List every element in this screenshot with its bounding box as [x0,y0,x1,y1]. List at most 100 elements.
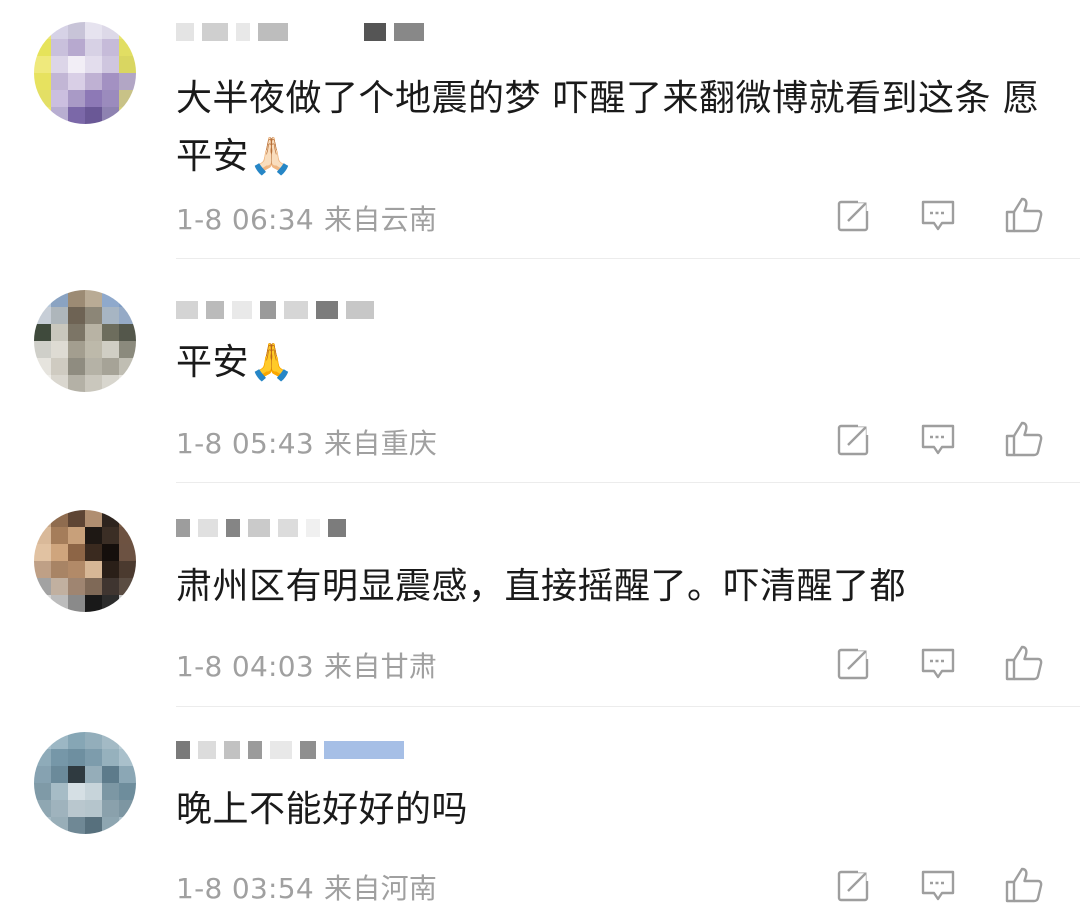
avatar-mosaic-cell [68,595,85,612]
comment-location: 来自甘肃 [324,650,438,683]
divider [176,482,1080,483]
avatar-mosaic-cell [34,783,51,800]
reply-icon[interactable] [920,421,956,457]
avatar[interactable] [34,290,136,392]
avatar-mosaic-cell [85,578,102,595]
avatar-mosaic-cell [51,107,68,124]
avatar-mosaic-cell [119,290,136,307]
avatar-mosaic-cell [51,22,68,39]
avatar-mosaic-cell [34,561,51,578]
username-blurred[interactable] [176,14,424,50]
like-icon[interactable] [1004,420,1044,458]
avatar-mosaic-cell [34,578,51,595]
avatar-mosaic-cell [34,39,51,56]
avatar-mosaic-cell [68,290,85,307]
reply-icon[interactable] [920,197,956,233]
avatar-mosaic-cell [119,732,136,749]
avatar-mosaic-cell [85,73,102,90]
username-mosaic-block [176,741,190,759]
avatar-mosaic-cell [51,39,68,56]
avatar-mosaic-cell [68,56,85,73]
avatar-mosaic-cell [51,544,68,561]
comment-time: 1-8 05:43 [176,427,315,460]
avatar-mosaic-cell [102,324,119,341]
like-icon[interactable] [1004,644,1044,682]
avatar-mosaic-cell [119,749,136,766]
avatar-mosaic-cell [119,561,136,578]
avatar-mosaic-cell [119,527,136,544]
share-icon[interactable] [836,421,872,457]
avatar-mosaic-cell [119,783,136,800]
avatar-mosaic-cell [85,595,102,612]
avatar-mosaic-cell [102,358,119,375]
avatar-mosaic-cell [85,39,102,56]
comment-time: 1-8 04:03 [176,650,315,683]
username-mosaic-block [176,301,198,319]
avatar-mosaic-cell [85,90,102,107]
username-mosaic-block [278,519,298,537]
username-blurred[interactable] [176,732,404,768]
avatar-mosaic-cell [119,766,136,783]
avatar-mosaic-cell [102,73,119,90]
avatar-mosaic-cell [51,290,68,307]
avatar-mosaic-cell [68,800,85,817]
avatar-mosaic-cell [102,510,119,527]
avatar-mosaic-cell [51,324,68,341]
avatar[interactable] [34,510,136,612]
share-icon[interactable] [836,197,872,233]
reply-icon[interactable] [920,645,956,681]
username-mosaic-block [232,301,252,319]
avatar-mosaic-cell [102,22,119,39]
username-mosaic-block [260,301,276,319]
avatar-mosaic-cell [51,510,68,527]
avatar-mosaic-cell [68,324,85,341]
avatar-mosaic-cell [119,358,136,375]
avatar-mosaic-cell [51,595,68,612]
avatar-mosaic-cell [68,544,85,561]
avatar-mosaic-cell [51,375,68,392]
avatar-mosaic-cell [34,73,51,90]
avatar-mosaic-cell [34,749,51,766]
avatar-mosaic-cell [85,766,102,783]
avatar-mosaic-cell [102,783,119,800]
like-icon[interactable] [1004,866,1044,904]
avatar-mosaic-cell [51,578,68,595]
avatar-mosaic-cell [85,290,102,307]
avatar-mosaic-cell [102,341,119,358]
avatar-mosaic-cell [119,800,136,817]
comment-meta: 1-8 03:54 来自河南 [176,867,437,907]
avatar-mosaic-cell [102,56,119,73]
avatar-mosaic-cell [85,324,102,341]
avatar-mosaic-cell [85,783,102,800]
username-mosaic-block [328,519,346,537]
username-mosaic-block [224,741,240,759]
avatar-mosaic-cell [85,544,102,561]
comment-actions [836,866,1044,904]
avatar-mosaic-cell [68,732,85,749]
avatar-mosaic-cell [68,341,85,358]
comment-meta: 1-8 05:43 来自重庆 [176,422,437,462]
avatar-mosaic-cell [85,375,102,392]
avatar[interactable] [34,732,136,834]
comment-time: 1-8 06:34 [176,203,315,236]
share-icon[interactable] [836,867,872,903]
avatar[interactable] [34,22,136,124]
avatar-mosaic-cell [102,39,119,56]
avatar-mosaic-cell [34,290,51,307]
avatar-mosaic-cell [85,358,102,375]
avatar-mosaic-cell [119,324,136,341]
avatar-mosaic-cell [119,578,136,595]
username-blurred[interactable] [176,292,374,328]
reply-icon[interactable] [920,867,956,903]
divider [176,706,1080,707]
avatar-mosaic-cell [68,307,85,324]
like-icon[interactable] [1004,196,1044,234]
comment-text: 肃州区有明显震感，直接摇醒了。吓清醒了都 [176,566,907,607]
avatar-mosaic-cell [68,375,85,392]
username-blurred[interactable] [176,510,346,546]
avatar-mosaic-cell [34,595,51,612]
username-mosaic-block [206,301,224,319]
avatar-mosaic-cell [102,527,119,544]
share-icon[interactable] [836,645,872,681]
avatar-mosaic-cell [68,527,85,544]
